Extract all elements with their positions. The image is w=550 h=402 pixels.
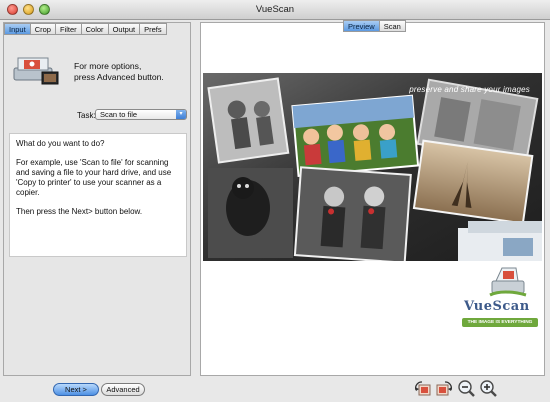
zoom-in-icon[interactable] (479, 379, 498, 398)
tab-input[interactable]: Input (4, 23, 31, 35)
help-text-box: What do you want to do? For example, use… (9, 133, 187, 257)
help-instruction: Then press the Next> button below. (16, 207, 143, 216)
logo-wordmark: VueScan (464, 299, 530, 314)
next-button[interactable]: Next > (53, 383, 99, 396)
help-question: What do you want to do? (16, 139, 105, 148)
options-panel: Input Crop Filter Color Output Prefs For… (3, 22, 191, 376)
tab-crop[interactable]: Crop (30, 23, 56, 35)
close-window-button[interactable] (7, 4, 18, 15)
task-select-value: Scan to file (100, 110, 138, 119)
zoom-window-button[interactable] (39, 4, 50, 15)
chevron-updown-icon: ▾ (176, 110, 186, 119)
scanner-icon (13, 57, 59, 85)
tab-preview[interactable]: Preview (343, 20, 380, 32)
tab-filter[interactable]: Filter (55, 23, 82, 35)
tab-color[interactable]: Color (81, 23, 109, 35)
preview-panel: Preview Scan preserve and share your ima… (200, 20, 546, 376)
window-titlebar: VueScan (0, 0, 550, 20)
tab-output[interactable]: Output (108, 23, 141, 35)
hint-line-1: For more options, (74, 61, 142, 71)
minimize-window-button[interactable] (23, 4, 34, 15)
preview-toolbar (413, 379, 498, 398)
task-select[interactable]: Scan to file ▾ (95, 109, 187, 120)
tab-scan[interactable]: Scan (379, 20, 406, 32)
options-hint: For more options, press Advanced button. (74, 61, 186, 83)
task-label: Task: (77, 111, 96, 120)
window-title: VueScan (255, 4, 295, 15)
rotate-right-icon[interactable] (435, 379, 454, 398)
hint-line-2: press Advanced button. (74, 72, 164, 82)
zoom-out-icon[interactable] (457, 379, 476, 398)
advanced-button[interactable]: Advanced (101, 383, 145, 396)
logo-tagline: THE IMAGE IS EVERYTHING (462, 318, 538, 327)
tab-prefs[interactable]: Prefs (140, 23, 167, 35)
logo-scanner-icon (489, 267, 527, 297)
rotate-left-icon[interactable] (413, 379, 432, 398)
vuescan-logo: VueScan THE IMAGE IS EVERYTHING (458, 265, 546, 335)
photo-collage (203, 73, 542, 261)
preview-image: preserve and share your images (203, 73, 542, 261)
preview-tabs: Preview Scan (343, 20, 406, 32)
help-example: For example, use 'Scan to file' for scan… (16, 158, 172, 197)
window-controls (7, 4, 50, 15)
options-tabs: Input Crop Filter Color Output Prefs (4, 23, 167, 35)
banner-caption: preserve and share your images (409, 85, 530, 94)
